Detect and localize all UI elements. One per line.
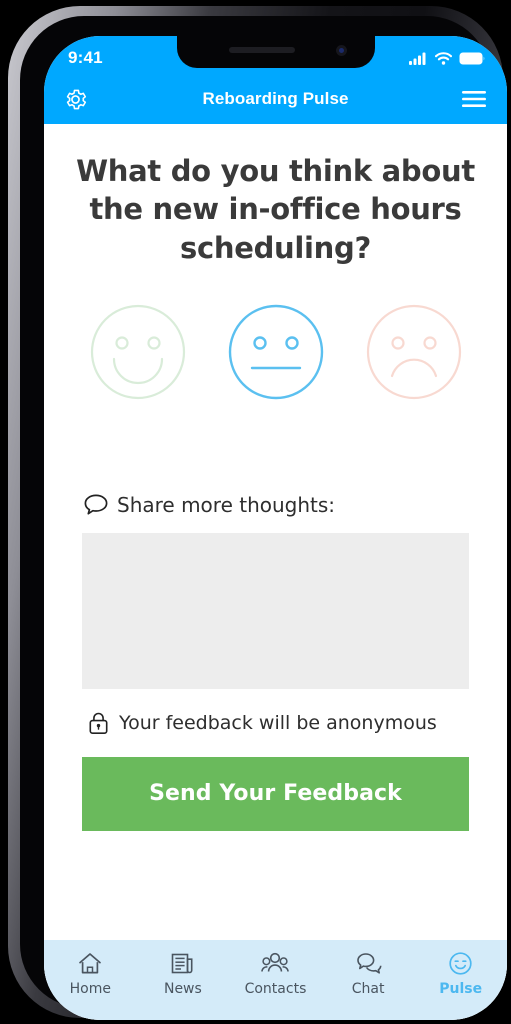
lock-icon [89,712,108,734]
mood-rating-group [44,301,507,403]
speaker-grille [228,47,295,53]
cellular-signal-icon [409,52,426,65]
wifi-icon [435,51,452,65]
nav-label-chat: Chat [351,981,385,997]
smiley-face-icon [448,950,473,976]
nav-item-contacts[interactable]: Contacts [229,950,322,997]
survey-question: What do you think about the new in-offic… [76,154,475,265]
phone-screen: 9:41 Reboarding Pulse What do you think … [44,36,507,1020]
people-group-icon [261,950,290,976]
speech-bubble-icon [84,494,108,515]
nav-label-home: Home [69,981,111,997]
smiley-sad-face-icon [366,304,461,399]
main-content: What do you think about the new in-offic… [44,124,507,1020]
nav-item-news[interactable]: News [137,950,230,997]
menu-button[interactable] [459,84,489,114]
newspaper-icon [170,950,195,976]
nav-item-home[interactable]: Home [44,950,137,997]
nav-label-pulse: Pulse [439,981,483,997]
mood-option-happy[interactable] [87,301,189,403]
status-indicators [409,46,485,65]
page-title: Reboarding Pulse [202,89,349,108]
anonymous-notice-row: Your feedback will be anonymous [88,711,507,735]
hamburger-menu-icon [462,91,486,107]
bottom-navigation: Home News Contacts Chat Pulse [44,940,507,1020]
mood-option-sad[interactable] [363,301,465,403]
app-header: Reboarding Pulse [44,74,507,124]
anonymous-notice: Your feedback will be anonymous [119,711,437,734]
battery-full-icon [459,52,485,64]
phone-frame: 9:41 Reboarding Pulse What do you think … [8,6,507,1020]
phone-notch [176,36,375,68]
nav-item-chat[interactable]: Chat [322,950,415,997]
send-feedback-button[interactable]: Send Your Feedback [82,756,469,831]
gear-icon [66,89,86,109]
nav-label-contacts: Contacts [244,981,307,997]
smiley-neutral-face-icon [228,304,323,399]
thoughts-label-row: Share more thoughts: [84,493,507,517]
thoughts-label: Share more thoughts: [117,492,336,517]
thoughts-input[interactable] [82,532,469,689]
nav-label-news: News [163,981,202,997]
settings-button[interactable] [60,84,90,114]
mood-option-neutral[interactable] [225,301,327,403]
chat-bubbles-icon [355,950,382,976]
smiley-happy-face-icon [90,304,185,399]
home-icon [77,950,103,976]
nav-item-pulse[interactable]: Pulse [414,950,507,997]
front-camera [335,45,347,56]
phone-body: 9:41 Reboarding Pulse What do you think … [20,16,507,1020]
status-time: 9:41 [68,48,103,67]
